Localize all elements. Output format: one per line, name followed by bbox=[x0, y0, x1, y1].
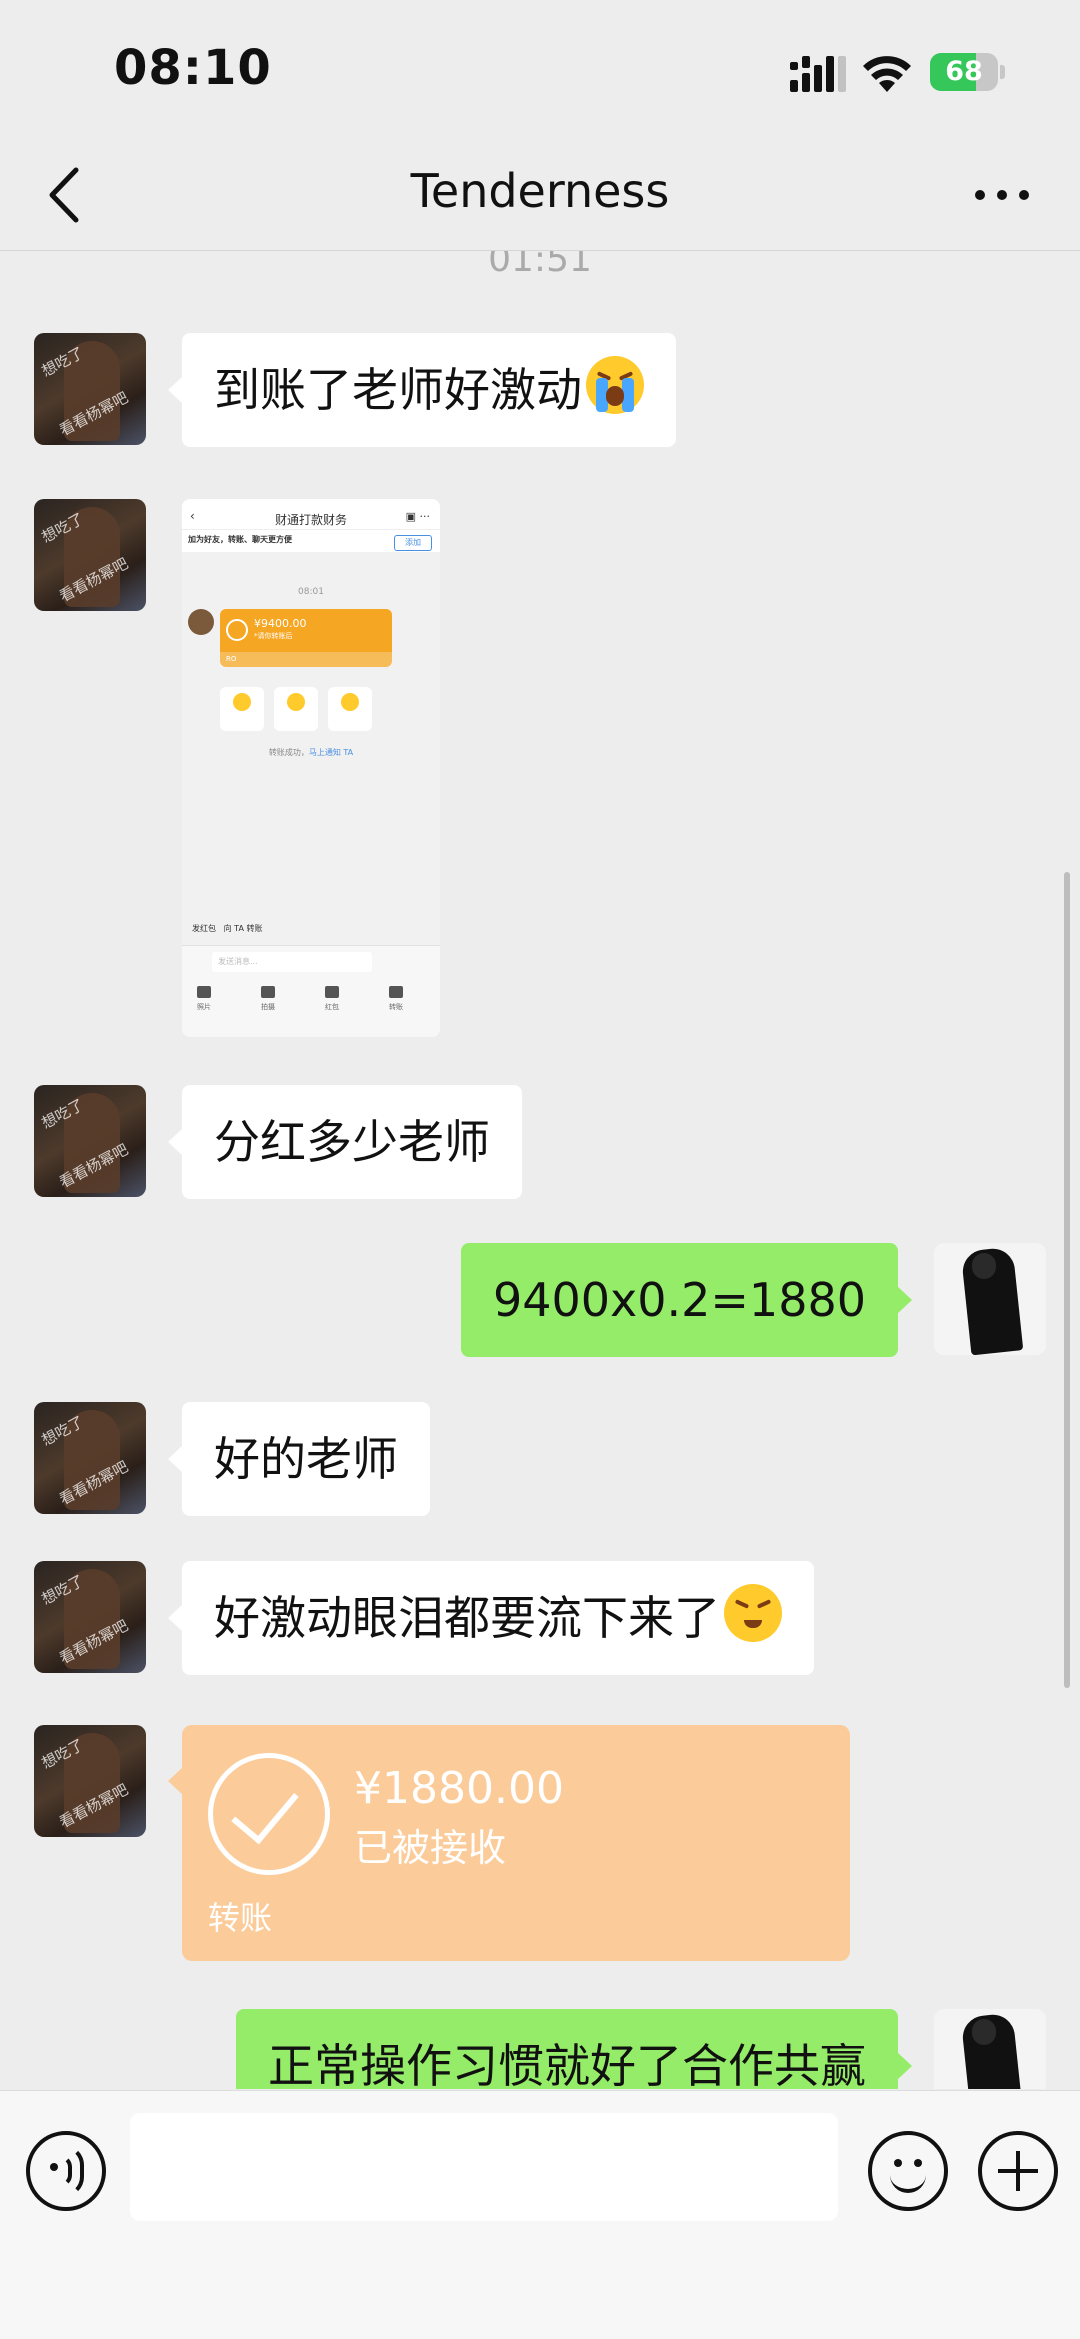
time-divider: 01:51 bbox=[488, 251, 592, 280]
my-avatar[interactable] bbox=[934, 2009, 1046, 2089]
status-time: 08:10 bbox=[114, 40, 272, 96]
contact-avatar[interactable]: 想吃了 看看杨幂吧 bbox=[34, 1402, 146, 1514]
chat-scrollbar[interactable] bbox=[1064, 872, 1070, 1688]
image-message[interactable]: ‹ 财通打款财务 ▣ ··· 加为好友，转账、聊天更方便 添加 08:01 ¥9… bbox=[182, 499, 440, 1037]
nav-bar: Tenderness bbox=[0, 140, 1080, 251]
contact-avatar[interactable]: 想吃了 看看杨幂吧 bbox=[34, 1561, 146, 1673]
received-message[interactable]: 好激动眼泪都要流下来了 bbox=[168, 1561, 814, 1675]
status-bar: 08:10 68 bbox=[0, 0, 1080, 140]
message-text: 9400x0.2=1880 bbox=[492, 1273, 866, 1327]
tired-face-emoji-icon bbox=[724, 1584, 782, 1642]
transfer-card[interactable]: ¥1880.00 已被接收 转账 bbox=[168, 1725, 850, 1961]
message-text: 好激动眼泪都要流下来了 bbox=[214, 1591, 720, 1645]
sent-message[interactable]: 9400x0.2=1880 bbox=[460, 1243, 913, 1357]
more-icon: ▣ ··· bbox=[405, 510, 430, 523]
loudly-crying-emoji-icon bbox=[586, 356, 644, 414]
transfer-amount: ¥1880.00 bbox=[354, 1763, 564, 1814]
message-input[interactable] bbox=[130, 2113, 838, 2221]
my-avatar[interactable] bbox=[934, 1243, 1046, 1355]
contact-avatar[interactable]: 想吃了 看看杨幂吧 bbox=[34, 1725, 146, 1837]
more-actions-button[interactable] bbox=[978, 2131, 1058, 2211]
emoji-button[interactable] bbox=[868, 2131, 948, 2211]
wifi-icon bbox=[863, 56, 911, 92]
cellular-signal-icon bbox=[790, 56, 846, 92]
contact-avatar[interactable]: 想吃了 看看杨幂吧 bbox=[34, 333, 146, 445]
battery-icon: 68 bbox=[930, 53, 1006, 91]
check-circle-icon bbox=[208, 1753, 330, 1875]
chat-area[interactable]: 01:51 想吃了 看看杨幂吧 到账了老师好激动 想吃了 看看杨幂吧 ‹ 财通打… bbox=[0, 251, 1080, 2089]
message-text: 好的老师 bbox=[214, 1432, 398, 1486]
received-message[interactable]: 到账了老师好激动 bbox=[168, 333, 676, 447]
contact-avatar[interactable]: 想吃了 看看杨幂吧 bbox=[34, 1085, 146, 1197]
message-text: 到账了老师好激动 bbox=[214, 363, 582, 417]
input-bar bbox=[0, 2090, 1080, 2339]
received-message[interactable]: 好的老师 bbox=[168, 1402, 430, 1516]
more-options-button[interactable] bbox=[970, 170, 1034, 220]
battery-percent: 68 bbox=[945, 56, 983, 87]
transfer-label: 转账 bbox=[208, 1899, 273, 1937]
transfer-status: 已被接收 bbox=[354, 1826, 507, 1870]
message-text: 正常操作习惯就好了合作共赢 bbox=[268, 2039, 866, 2089]
sent-message[interactable]: 正常操作习惯就好了合作共赢 bbox=[236, 2009, 912, 2089]
received-message[interactable]: 分红多少老师 bbox=[168, 1085, 522, 1199]
voice-input-button[interactable] bbox=[26, 2131, 106, 2211]
contact-avatar[interactable]: 想吃了 看看杨幂吧 bbox=[34, 499, 146, 611]
message-text: 分红多少老师 bbox=[214, 1115, 490, 1169]
chat-title: Tenderness bbox=[410, 164, 670, 218]
